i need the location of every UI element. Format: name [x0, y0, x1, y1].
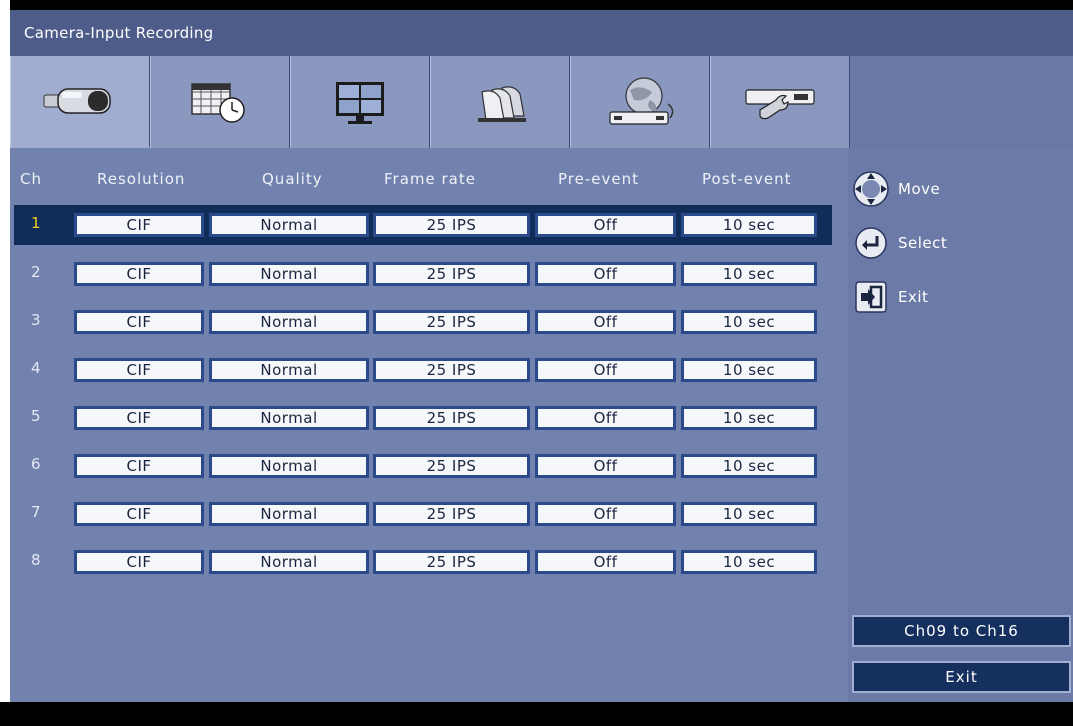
tab-network[interactable] [570, 56, 710, 148]
resolution-field[interactable]: CIF [74, 310, 204, 334]
quality-field[interactable]: Normal [209, 502, 369, 526]
screen-edge [0, 0, 10, 702]
pre-event-field[interactable]: Off [535, 262, 676, 286]
frame-rate-field[interactable]: 25 IPS [373, 502, 530, 526]
post-event-field[interactable]: 10 sec [681, 502, 817, 526]
pre-event-field[interactable]: Off [535, 454, 676, 478]
post-event-field[interactable]: 10 sec [681, 406, 817, 430]
pre-event-field[interactable]: Off [535, 358, 676, 382]
tab-schedule[interactable] [150, 56, 290, 148]
pre-event-field[interactable]: Off [535, 310, 676, 334]
network-globe-icon [609, 77, 674, 125]
channel-number: 4 [31, 359, 41, 377]
frame-rate-field[interactable]: 25 IPS [373, 358, 530, 382]
resolution-field[interactable]: CIF [74, 502, 204, 526]
frame-rate-field[interactable]: 25 IPS [373, 262, 530, 286]
enter-icon [852, 224, 890, 262]
resolution-field[interactable]: CIF [74, 454, 204, 478]
column-header-post-event: Post-event [702, 170, 792, 188]
post-event-field[interactable]: 10 sec [681, 262, 817, 286]
schedule-clock-icon [191, 83, 245, 123]
channel-number: 5 [31, 407, 41, 425]
hint-select-label: Select [898, 234, 948, 252]
frame-rate-field[interactable]: 25 IPS [373, 454, 530, 478]
tab-display[interactable] [290, 56, 430, 148]
dvr-menu-screen: Camera-Input Recording Ch Resolution Qua… [0, 0, 1073, 726]
quality-field[interactable]: Normal [209, 406, 369, 430]
quality-field[interactable]: Normal [209, 550, 369, 574]
pre-event-field[interactable]: Off [535, 406, 676, 430]
post-event-field[interactable]: 10 sec [681, 310, 817, 334]
channel-number: 1 [31, 214, 41, 232]
resolution-field[interactable]: CIF [74, 213, 204, 237]
quality-field[interactable]: Normal [209, 262, 369, 286]
hint-move-label: Move [898, 180, 941, 198]
resolution-field[interactable]: CIF [74, 358, 204, 382]
column-header-pre-event: Pre-event [558, 170, 639, 188]
exit-door-icon [852, 278, 890, 316]
exit-button[interactable]: Exit [852, 661, 1071, 693]
post-event-field[interactable]: 10 sec [681, 550, 817, 574]
channel-number: 6 [31, 455, 41, 473]
hint-select: Select [852, 224, 947, 262]
quality-field[interactable]: Normal [209, 358, 369, 382]
post-event-field[interactable]: 10 sec [681, 213, 817, 237]
quality-field[interactable]: Normal [209, 310, 369, 334]
alarm-bells-icon [478, 86, 526, 122]
window-title: Camera-Input Recording [10, 10, 1073, 56]
channel-number: 3 [31, 311, 41, 329]
pre-event-field[interactable]: Off [535, 213, 676, 237]
menu-tab-bar [10, 56, 1073, 148]
resolution-field[interactable]: CIF [74, 406, 204, 430]
frame-rate-field[interactable]: 25 IPS [373, 213, 530, 237]
system-wrench-icon [745, 89, 815, 120]
column-header-resolution: Resolution [97, 170, 186, 188]
channel-number: 2 [31, 263, 41, 281]
post-event-field[interactable]: 10 sec [681, 454, 817, 478]
screen-bottom-bar [0, 702, 1073, 726]
camera-icon [43, 88, 111, 114]
monitor-icon [336, 82, 384, 124]
hint-exit: Exit [852, 278, 928, 316]
resolution-field[interactable]: CIF [74, 550, 204, 574]
hint-exit-label: Exit [898, 288, 929, 306]
column-header-frame-rate: Frame rate [384, 170, 476, 188]
tab-camera[interactable] [10, 56, 150, 148]
frame-rate-field[interactable]: 25 IPS [373, 310, 530, 334]
resolution-field[interactable]: CIF [74, 262, 204, 286]
quality-field[interactable]: Normal [209, 213, 369, 237]
tab-alarms[interactable] [430, 56, 570, 148]
channel-number: 8 [31, 551, 41, 569]
next-channels-button[interactable]: Ch09 to Ch16 [852, 615, 1071, 647]
post-event-field[interactable]: 10 sec [681, 358, 817, 382]
hint-move: Move [852, 170, 940, 208]
dpad-icon [852, 170, 890, 208]
channel-number: 7 [31, 503, 41, 521]
pre-event-field[interactable]: Off [535, 550, 676, 574]
frame-rate-field[interactable]: 25 IPS [373, 550, 530, 574]
pre-event-field[interactable]: Off [535, 502, 676, 526]
frame-rate-field[interactable]: 25 IPS [373, 406, 530, 430]
quality-field[interactable]: Normal [209, 454, 369, 478]
tab-system[interactable] [710, 56, 850, 148]
column-header-ch: Ch [20, 170, 42, 188]
column-header-quality: Quality [262, 170, 323, 188]
